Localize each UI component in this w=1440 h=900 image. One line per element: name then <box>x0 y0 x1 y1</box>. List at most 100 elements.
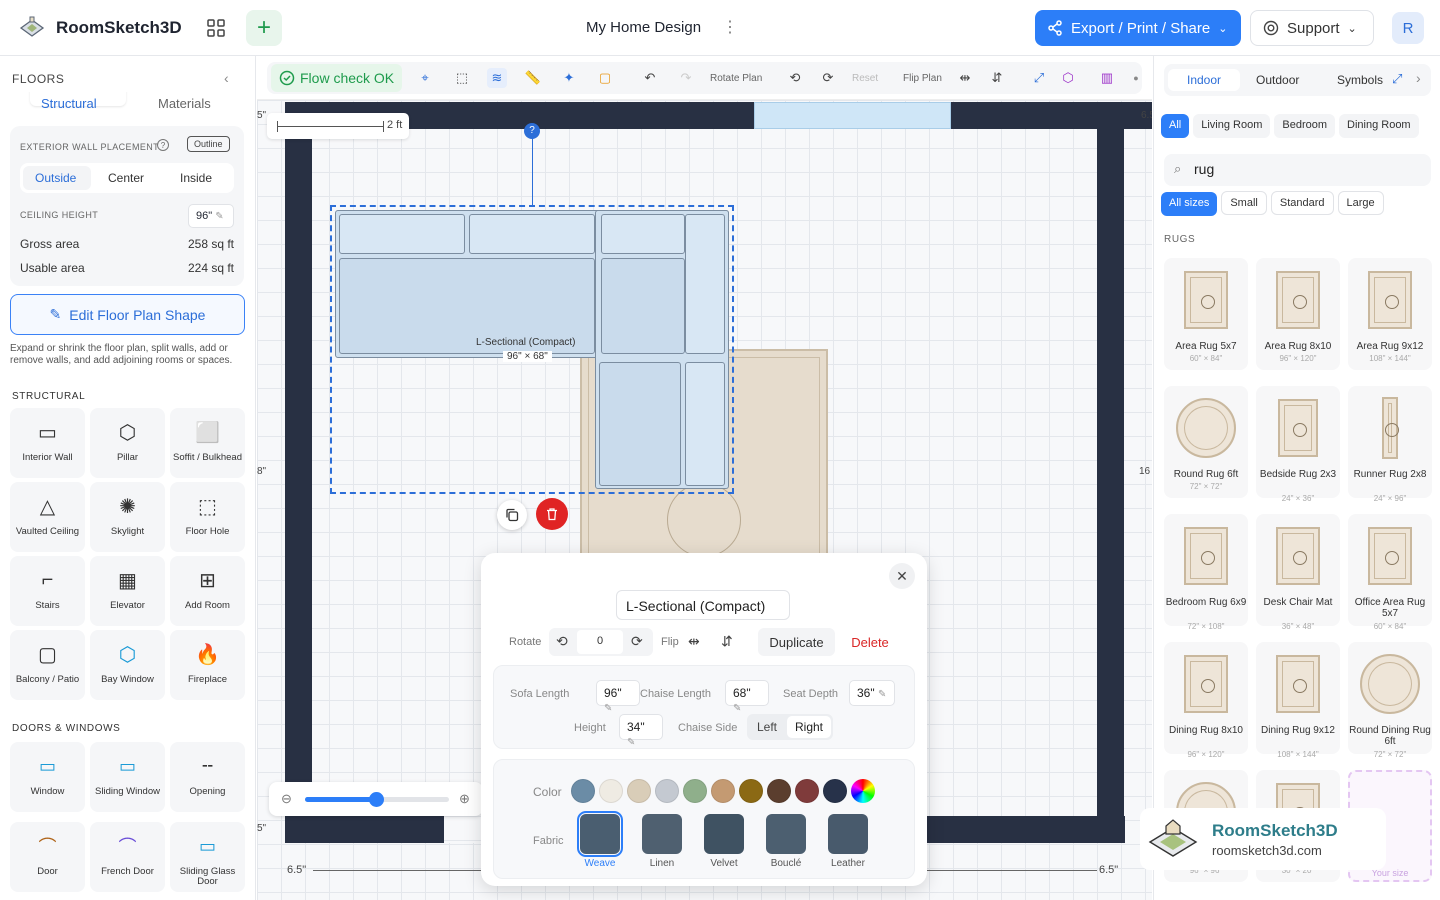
delete-text-button[interactable]: Delete <box>843 628 897 656</box>
magnet-snap-icon[interactable]: ⌖ <box>415 68 435 88</box>
rotate-right-icon[interactable]: ⟳ <box>631 633 643 650</box>
size-chip[interactable]: Standard <box>1270 191 1334 215</box>
redo-icon[interactable]: ↷ <box>676 68 696 88</box>
color-swatch[interactable] <box>627 779 651 803</box>
color-swatch[interactable] <box>823 779 847 803</box>
tool-opening[interactable]: ╌ Opening <box>170 742 245 812</box>
rug-card[interactable]: Area Rug 5x7 60" × 84" <box>1164 258 1248 370</box>
rotate-left-icon[interactable]: ⟲ <box>556 633 568 650</box>
tab-structural[interactable]: Structural <box>41 96 97 111</box>
rug-card[interactable]: Dining Rug 9x12 108" × 144" <box>1256 642 1340 759</box>
tool-french-door[interactable]: ⌒ French Door <box>90 822 165 892</box>
rotate-right-icon[interactable]: ⟳ <box>818 68 838 88</box>
tab-outdoor[interactable]: Outdoor <box>1246 69 1309 91</box>
magic-wand-icon[interactable]: ✦ <box>559 68 579 88</box>
seat-depth-field[interactable]: 36" ✎ <box>849 680 895 706</box>
tool-elevator[interactable]: ▦ Elevator <box>90 556 165 626</box>
tool-skylight[interactable]: ✺ Skylight <box>90 482 165 552</box>
fabric-swatch-leather[interactable] <box>828 814 868 854</box>
color-swatch[interactable] <box>795 779 819 803</box>
rug-card[interactable]: Bedside Rug 2x3 24" × 36" <box>1256 386 1340 503</box>
rug-card[interactable]: Office Area Rug 5x7 60" × 84" <box>1348 514 1432 631</box>
rug-card[interactable]: Round Dining Rug 6ft 72" × 72" <box>1348 642 1432 759</box>
flip-vertical-icon[interactable]: ⇵ <box>721 633 733 650</box>
tool-window[interactable]: ▭ Window <box>10 742 85 812</box>
new-design-button[interactable]: + <box>246 10 282 46</box>
chevron-right-icon[interactable]: › <box>1416 70 1421 86</box>
category-chip[interactable]: Living Room <box>1193 114 1271 138</box>
tool-vaulted-ceiling[interactable]: △ Vaulted Ceiling <box>10 482 85 552</box>
rug-card[interactable]: Desk Chair Mat 36" × 48" <box>1256 514 1340 631</box>
close-button[interactable]: ✕ <box>889 563 915 589</box>
color-swatch[interactable] <box>767 779 791 803</box>
3d-cube-icon[interactable]: ⬡ <box>1058 68 1078 88</box>
outline-toggle[interactable]: Outline <box>187 136 230 152</box>
zoom-slider-thumb[interactable] <box>369 792 384 807</box>
tab-symbols[interactable]: Symbols <box>1327 69 1393 91</box>
window-top[interactable] <box>754 102 951 129</box>
rug-card[interactable]: Area Rug 9x12 108" × 144" <box>1348 258 1432 370</box>
tool-soffit-bulkhead[interactable]: ⬜ Soffit / Bulkhead <box>170 408 245 478</box>
flip-horizontal-icon[interactable]: ⇹ <box>688 633 700 650</box>
rotate-left-icon[interactable]: ⟲ <box>785 68 805 88</box>
category-chip[interactable]: All <box>1161 114 1190 138</box>
furniture-name-field[interactable]: L-Sectional (Compact) <box>616 590 790 620</box>
layers-icon[interactable]: ≋ <box>487 68 507 88</box>
search-input[interactable]: ⌕ rug <box>1164 154 1431 186</box>
fabric-swatch-weave[interactable] <box>577 811 623 857</box>
tool-add-room[interactable]: ⊞ Add Room <box>170 556 245 626</box>
tool-door[interactable]: ⌒ Door <box>10 822 85 892</box>
flow-check-button[interactable]: Flow check OK <box>271 64 403 92</box>
color-swatch[interactable] <box>683 779 707 803</box>
edit-floor-plan-button[interactable]: ✎ Edit Floor Plan Shape <box>10 294 245 335</box>
color-swatch[interactable] <box>739 779 763 803</box>
duplicate-text-button[interactable]: Duplicate <box>758 628 835 656</box>
select-area-icon[interactable]: ⬚ <box>452 68 472 88</box>
fabric-swatch-boucl[interactable] <box>766 814 806 854</box>
ruler-icon[interactable]: 📏 <box>523 68 543 88</box>
tool-bay-window[interactable]: ⬡ Bay Window <box>90 630 165 700</box>
height-field[interactable]: 34" ✎ <box>619 714 663 748</box>
expand-panel-icon[interactable]: ⤢ <box>1392 71 1402 87</box>
tool-sliding-window[interactable]: ▭ Sliding Window <box>90 742 165 812</box>
delete-button[interactable] <box>536 498 568 530</box>
chaise-left-option[interactable]: Left <box>757 720 777 734</box>
tool-floor-hole[interactable]: ⬚ Floor Hole <box>170 482 245 552</box>
undo-icon[interactable]: ↶ <box>640 68 660 88</box>
rug-card[interactable]: Dining Rug 8x10 96" × 120" <box>1164 642 1248 759</box>
support-button[interactable]: Support ⌄ <box>1250 10 1374 46</box>
expand-icon[interactable]: ⤢ <box>1029 68 1049 88</box>
placement-inside[interactable]: Inside <box>180 171 212 185</box>
tab-indoor[interactable]: Indoor <box>1168 69 1240 91</box>
avatar[interactable]: R <box>1392 12 1424 44</box>
tool-stairs[interactable]: ⌐ Stairs <box>10 556 85 626</box>
help-icon[interactable]: ? <box>157 139 169 151</box>
rotate-value-field[interactable]: 0 <box>577 630 623 654</box>
document-title[interactable]: My Home Design <box>586 19 701 36</box>
export-button[interactable]: Export / Print / Share ⌄ <box>1035 10 1241 46</box>
duplicate-button[interactable] <box>497 500 527 530</box>
more-options-icon[interactable]: ⋮ <box>722 17 738 37</box>
category-chip[interactable]: Dining Room <box>1339 114 1419 138</box>
category-chip[interactable]: Bedroom <box>1274 114 1336 138</box>
rug-card[interactable]: Runner Rug 2x8 24" × 96" <box>1348 386 1432 503</box>
custom-color-wheel[interactable] <box>851 779 875 803</box>
size-chip[interactable]: Large <box>1337 191 1384 215</box>
chaise-right-option[interactable]: Right <box>795 720 823 734</box>
ceiling-height-field[interactable]: 96" ✎ <box>188 204 234 228</box>
placement-outside[interactable]: Outside <box>35 171 76 185</box>
zoom-in-icon[interactable]: ⊕ <box>459 791 470 807</box>
rotate-handle[interactable]: ? <box>524 123 540 139</box>
tool-balcony-patio[interactable]: ▢ Balcony / Patio <box>10 630 85 700</box>
color-swatch[interactable] <box>599 779 623 803</box>
fabric-swatch-velvet[interactable] <box>704 814 744 854</box>
zoom-slider[interactable] <box>305 792 449 807</box>
placement-center[interactable]: Center <box>108 171 144 185</box>
color-swatch[interactable] <box>571 779 595 803</box>
tool-fireplace[interactable]: 🔥 Fireplace <box>170 630 245 700</box>
dashboard-grid-button[interactable] <box>203 15 229 41</box>
tool-sliding-glass-door[interactable]: ▭ Sliding Glass Door <box>170 822 245 892</box>
fabric-swatch-linen[interactable] <box>642 814 682 854</box>
sofa-length-field[interactable]: 96" ✎ <box>596 680 640 714</box>
chaise-length-field[interactable]: 68" ✎ <box>725 680 769 714</box>
